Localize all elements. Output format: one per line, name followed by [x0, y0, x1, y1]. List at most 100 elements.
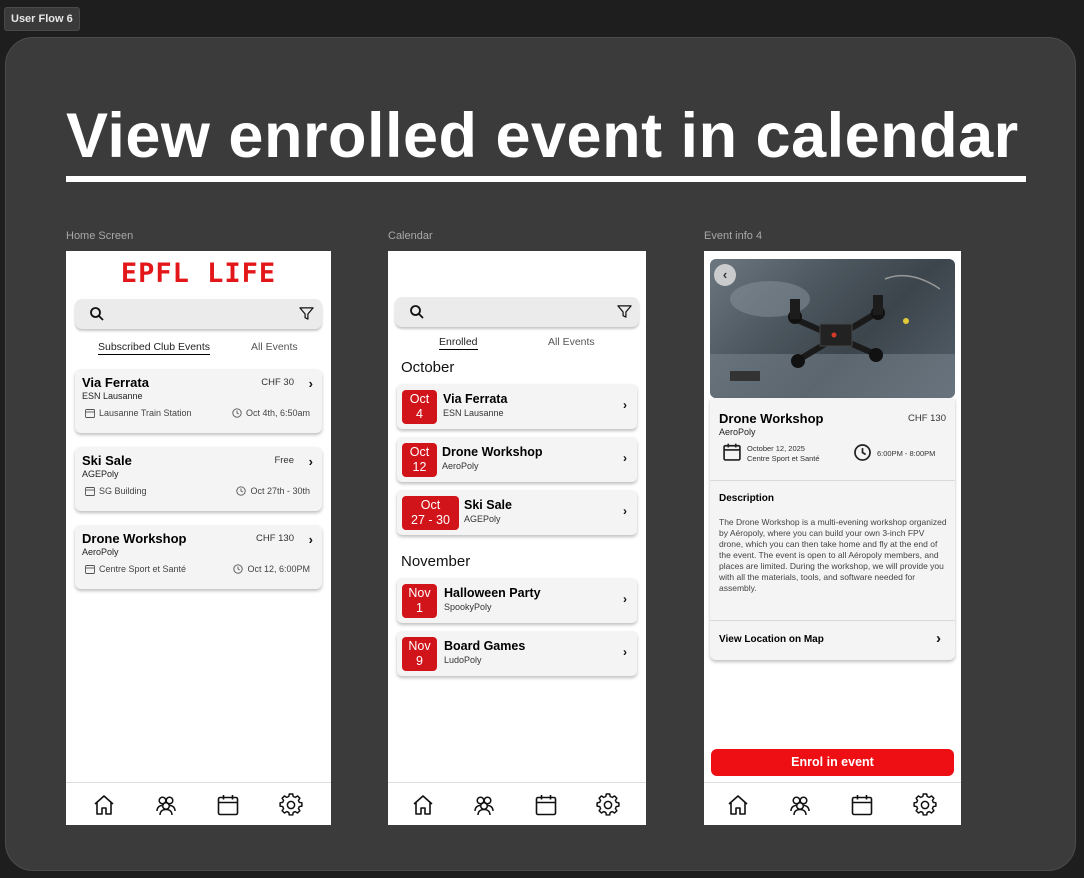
calendar-small-icon: [85, 409, 95, 418]
date-badge: Oct 4: [402, 390, 437, 424]
event-club: AGEPoly: [82, 469, 119, 479]
back-button[interactable]: ‹: [714, 264, 736, 286]
event-price: CHF 130: [907, 413, 946, 424]
event-card[interactable]: Drone Workshop AeroPoly CHF 130 › Centre…: [75, 525, 322, 589]
event-description: The Drone Workshop is a multi-evening wo…: [719, 517, 947, 593]
home-icon[interactable]: [411, 793, 435, 817]
event-name: Ski Sale: [464, 498, 512, 512]
settings-icon[interactable]: [596, 793, 620, 817]
event-club: ESN Lausanne: [82, 391, 143, 401]
epfl-life-logo: EPFL LIFE: [120, 258, 277, 289]
tab-enrolled[interactable]: Enrolled: [439, 336, 478, 350]
chevron-right-icon[interactable]: ›: [623, 592, 627, 606]
event-club: LudoPoly: [444, 655, 482, 665]
event-photo: ‹: [710, 259, 955, 398]
event-card[interactable]: Ski Sale AGEPoly Free › SG Building Oct …: [75, 447, 322, 511]
event-club: AeroPoly: [442, 461, 479, 471]
chevron-right-icon[interactable]: ›: [623, 398, 627, 412]
event-club: SpookyPoly: [444, 602, 492, 612]
event-price: Free: [274, 455, 294, 466]
user-flow-tag[interactable]: User Flow 6: [4, 7, 80, 31]
calendar-event-card[interactable]: Nov 9 Board Games LudoPoly ›: [397, 631, 637, 676]
calendar-event-card[interactable]: Oct 27 - 30 Ski Sale AGEPoly ›: [397, 490, 637, 535]
calendar-event-card[interactable]: Nov 1 Halloween Party SpookyPoly ›: [397, 578, 637, 623]
board-title: View enrolled event in calendar: [66, 101, 1019, 171]
date-badge: Oct 12: [402, 443, 437, 477]
calendar-screen: Enrolled All Events October Oct 4 Via Fer…: [388, 251, 646, 825]
chevron-right-icon[interactable]: ›: [309, 532, 313, 547]
divider: [710, 620, 955, 621]
event-name: Drone Workshop: [442, 445, 543, 459]
search-bar[interactable]: [395, 297, 639, 327]
tab-all-events[interactable]: All Events: [251, 341, 298, 353]
date-day: 27 - 30: [411, 513, 450, 527]
title-underline: [66, 176, 1026, 182]
clock-small-icon: [233, 564, 244, 574]
event-time: Oct 27th - 30th: [236, 486, 310, 496]
tab-all-events[interactable]: All Events: [548, 336, 595, 348]
date-month: Nov: [408, 639, 431, 653]
event-name: Drone Workshop: [82, 531, 187, 546]
event-time-text: Oct 12, 6:00PM: [247, 564, 310, 574]
frame-label-event-info[interactable]: Event info 4: [704, 230, 762, 242]
event-date: October 12, 2025: [747, 444, 805, 453]
event-location: SG Building: [85, 486, 147, 496]
event-club: AGEPoly: [464, 514, 501, 524]
search-icon: [410, 305, 424, 319]
event-price: CHF 130: [255, 533, 294, 544]
filter-icon[interactable]: [299, 306, 314, 321]
view-location-on-map-link[interactable]: View Location on Map: [719, 634, 824, 645]
calendar-small-icon: [85, 487, 95, 496]
date-badge: Oct 27 - 30: [402, 496, 459, 530]
event-info-screen: ‹ Drone Workshop AeroPoly CHF 130 Octobe…: [704, 251, 961, 825]
chevron-right-icon[interactable]: ›: [309, 454, 313, 469]
filter-icon[interactable]: [617, 304, 632, 319]
event-title: Drone Workshop: [719, 411, 824, 426]
event-name: Via Ferrata: [82, 375, 149, 390]
month-heading-october: October: [401, 359, 455, 376]
event-name: Halloween Party: [444, 586, 541, 600]
enrol-in-event-button[interactable]: Enrol in event: [711, 749, 954, 776]
chevron-right-icon[interactable]: ›: [936, 630, 941, 647]
event-time: Oct 4th, 6:50am: [232, 408, 310, 418]
clubs-icon[interactable]: [788, 793, 812, 817]
home-icon[interactable]: [726, 793, 750, 817]
event-location: Lausanne Train Station: [85, 408, 192, 418]
clock-icon: [854, 444, 871, 461]
calendar-icon: [723, 443, 741, 461]
event-location-text: Lausanne Train Station: [99, 408, 192, 418]
event-venue: Centre Sport et Santé: [747, 454, 820, 463]
calendar-small-icon: [85, 565, 95, 574]
month-heading-november: November: [401, 553, 471, 570]
calendar-event-card[interactable]: Oct 12 Drone Workshop AeroPoly ›: [397, 437, 637, 482]
settings-icon[interactable]: [279, 793, 303, 817]
date-month: Oct: [409, 445, 430, 459]
tab-subscribed-club-events[interactable]: Subscribed Club Events: [98, 341, 211, 355]
chevron-right-icon[interactable]: ›: [309, 376, 313, 391]
clock-small-icon: [232, 408, 242, 418]
event-location-text: SG Building: [99, 486, 147, 496]
calendar-icon[interactable]: [534, 793, 558, 817]
event-time-text: Oct 4th, 6:50am: [245, 408, 310, 418]
chevron-right-icon[interactable]: ›: [623, 645, 627, 659]
event-card[interactable]: Via Ferrata ESN Lausanne CHF 30 › Lausan…: [75, 369, 322, 433]
event-club: ESN Lausanne: [443, 408, 504, 418]
drone-photo-illustration: [710, 274, 955, 398]
frame-label-calendar[interactable]: Calendar: [388, 230, 433, 242]
home-icon[interactable]: [92, 793, 116, 817]
date-month: Oct: [420, 498, 441, 512]
date-badge: Nov 1: [402, 584, 437, 618]
clubs-icon[interactable]: [154, 793, 178, 817]
frame-label-home[interactable]: Home Screen: [66, 230, 133, 242]
settings-icon[interactable]: [913, 793, 937, 817]
calendar-event-card[interactable]: Oct 4 Via Ferrata ESN Lausanne ›: [397, 384, 637, 429]
chevron-right-icon[interactable]: ›: [623, 504, 627, 518]
clock-small-icon: [236, 486, 247, 496]
search-bar[interactable]: [75, 299, 322, 329]
date-day: 4: [416, 407, 423, 421]
calendar-icon[interactable]: [216, 793, 240, 817]
chevron-right-icon[interactable]: ›: [623, 451, 627, 465]
clubs-icon[interactable]: [472, 793, 496, 817]
calendar-icon[interactable]: [850, 793, 874, 817]
event-price: CHF 30: [261, 377, 294, 388]
